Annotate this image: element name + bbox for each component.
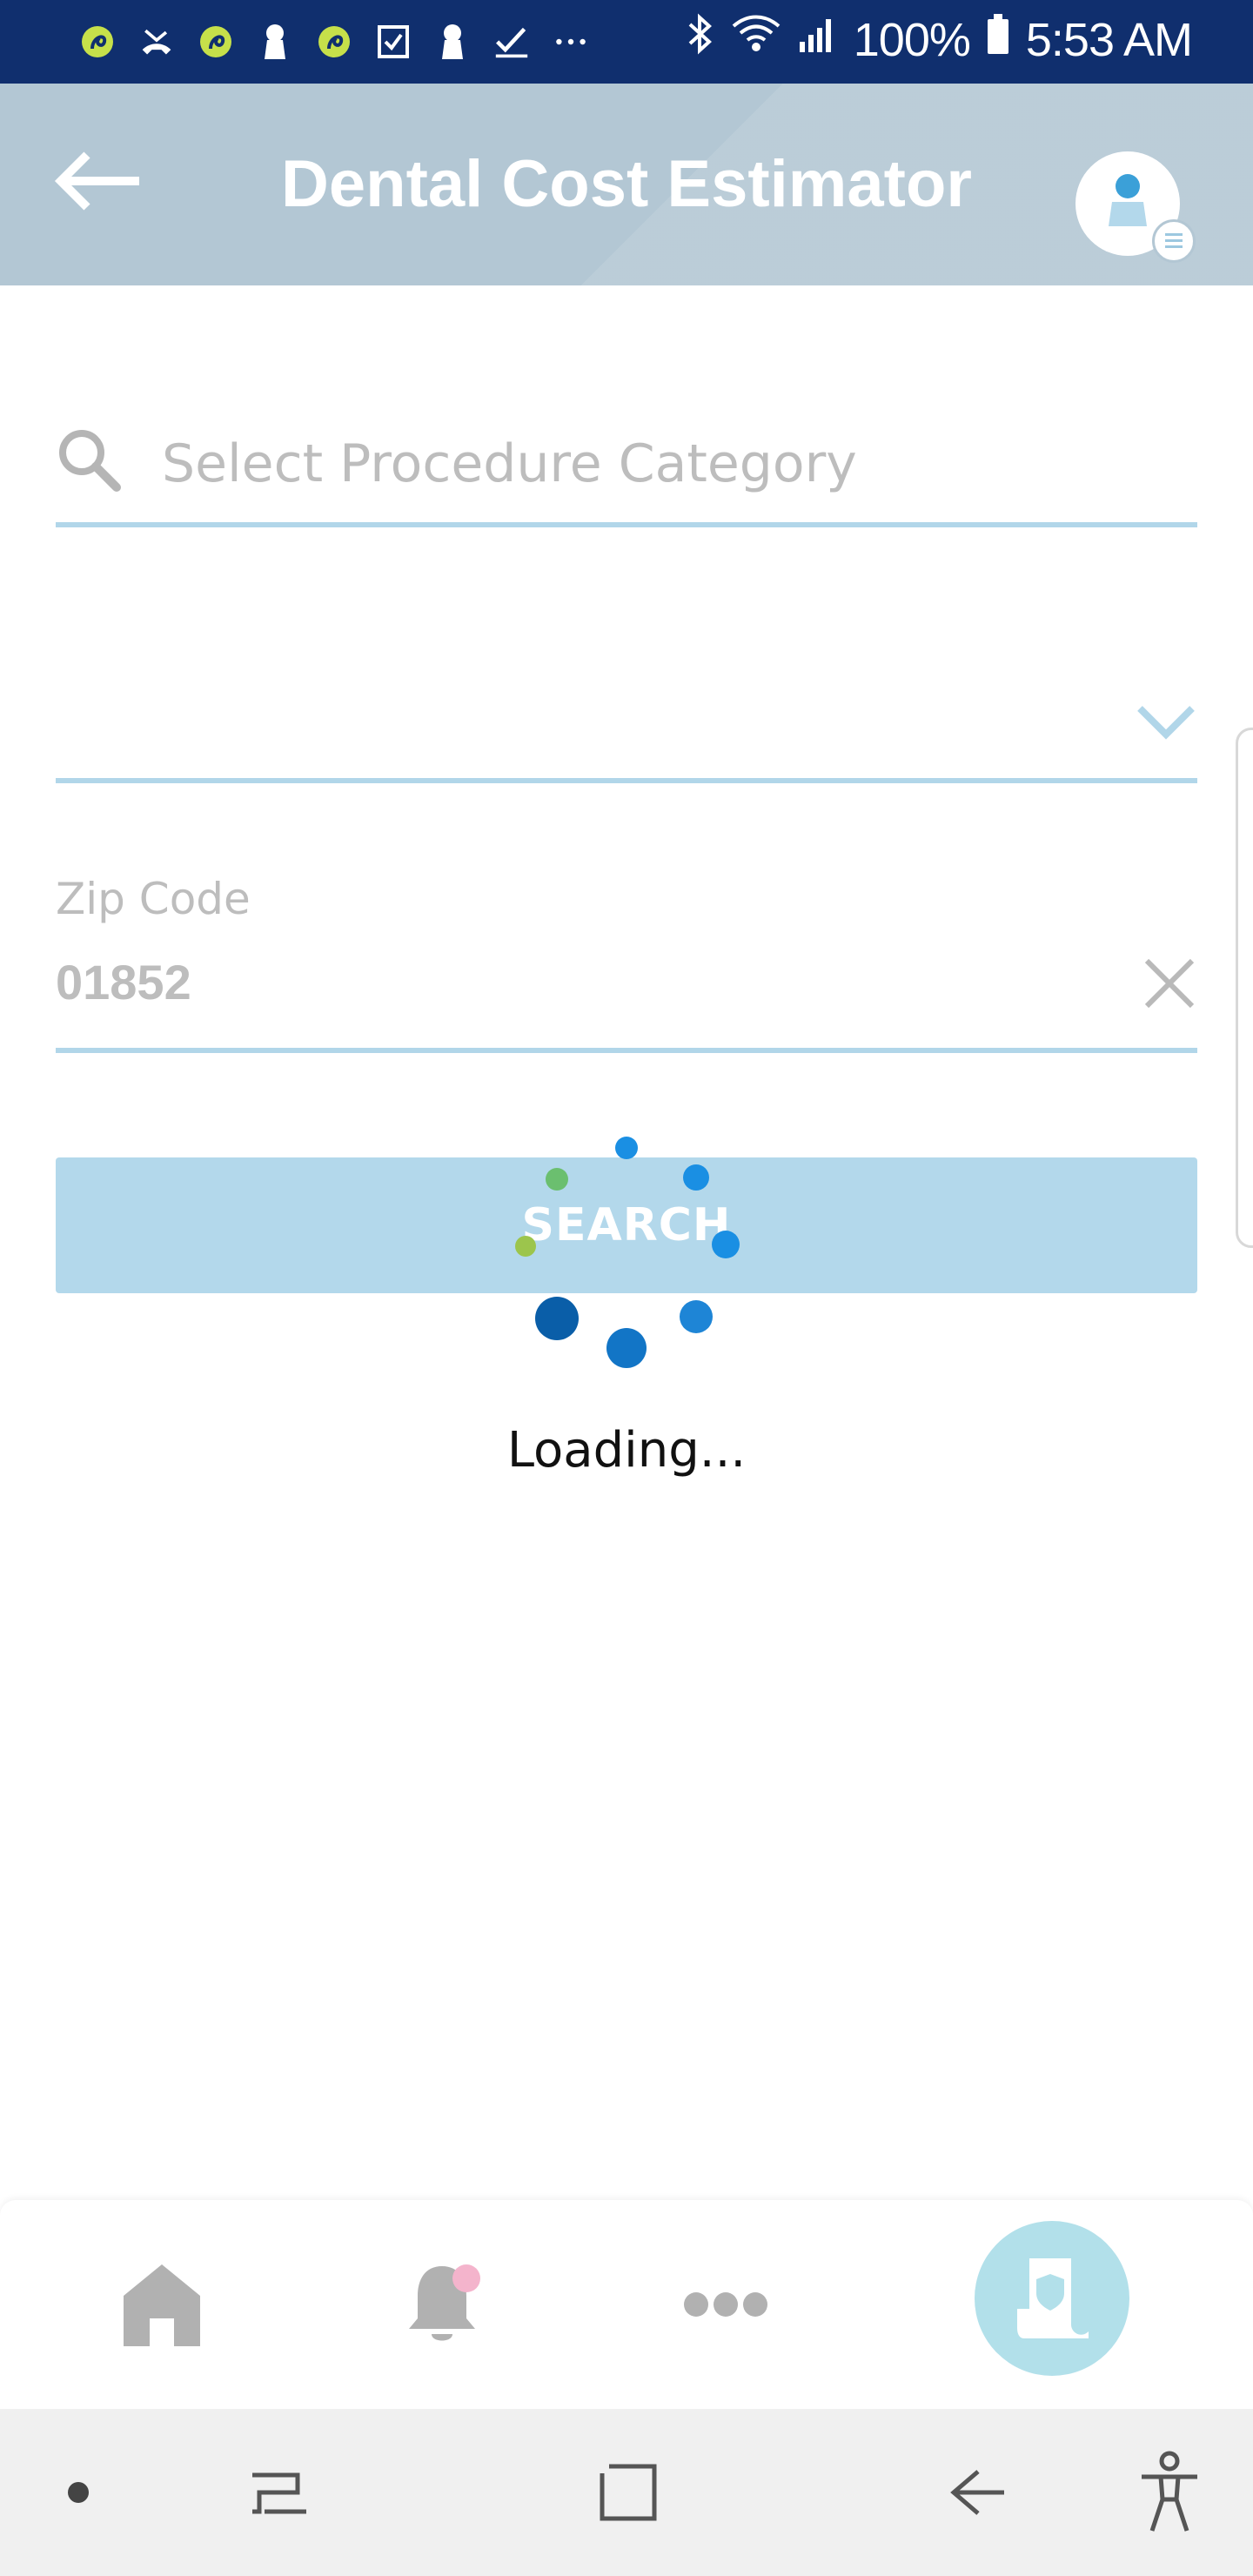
search-icon [56,426,122,493]
zip-code-label: Zip Code [56,874,251,924]
wifi-icon [730,12,782,67]
chevron-down-icon[interactable] [1135,700,1197,743]
app-header: Dental Cost Estimator [0,84,1253,285]
more-icon [684,2292,767,2317]
loading-spinner [487,1123,766,1384]
clock: 5:53 AM [1025,13,1193,66]
battery-percent: 100% [853,13,971,66]
nav-notifications[interactable] [355,2200,529,2409]
back-button[interactable] [935,2409,1022,2576]
spinner-dot [515,1236,536,1257]
keyhole-icon [258,23,292,61]
keyhole-icon [435,23,470,61]
spinner-dot [615,1137,638,1159]
bluetooth-icon [685,12,714,67]
nav-more[interactable] [639,2200,813,2409]
battery-icon [986,12,1010,67]
zip-code-value[interactable]: 01852 [56,954,191,1010]
zip-code-field[interactable]: 01852 [56,940,1197,1053]
system-navigation-bar [0,2409,1253,2576]
id-card-shield-icon [1017,2258,1089,2338]
page-title: Dental Cost Estimator [281,147,972,221]
home-button[interactable] [585,2409,672,2576]
status-icons [80,16,588,68]
spinner-dot [606,1328,647,1368]
signal-icon [798,12,838,67]
procedure-search-field [56,400,1197,527]
menu-badge-icon [1152,219,1196,263]
procedure-category-input[interactable] [160,419,1173,508]
procedure-dropdown[interactable] [56,661,1197,783]
nav-dot[interactable] [52,2409,104,2576]
accessibility-icon [1142,2451,1197,2532]
accessibility-button[interactable] [1128,2409,1211,2576]
home-icon [124,2264,200,2346]
nav-home[interactable] [75,2200,249,2409]
square-home-icon [600,2464,657,2521]
app-icon [198,23,233,61]
check-icon [494,23,529,61]
spinner-dot [535,1297,579,1340]
recents-icon [252,2472,306,2514]
recents-button[interactable] [235,2409,322,2576]
clear-icon[interactable] [1142,956,1197,1011]
app-icon [317,23,352,61]
missed-call-icon [139,23,174,61]
status-bar: 100% 5:53 AM [0,0,1253,84]
app-icon [80,23,115,61]
spinner-dot [546,1168,568,1191]
spinner-dot [683,1164,709,1191]
back-arrow-icon[interactable] [52,138,148,225]
profile-avatar[interactable] [1075,151,1196,263]
dot-icon [68,2482,89,2503]
status-right: 100% 5:53 AM [685,12,1193,67]
checkbox-icon [376,23,411,61]
back-icon [950,2470,1004,2515]
loading-text: Loading... [506,1422,747,1479]
spinner-dot [712,1231,740,1258]
spinner-dot [680,1300,713,1333]
side-scroll-handle[interactable] [1236,728,1253,1248]
notification-badge [452,2264,480,2292]
id-card-button[interactable] [975,2221,1129,2376]
more-dots-icon [553,23,588,61]
